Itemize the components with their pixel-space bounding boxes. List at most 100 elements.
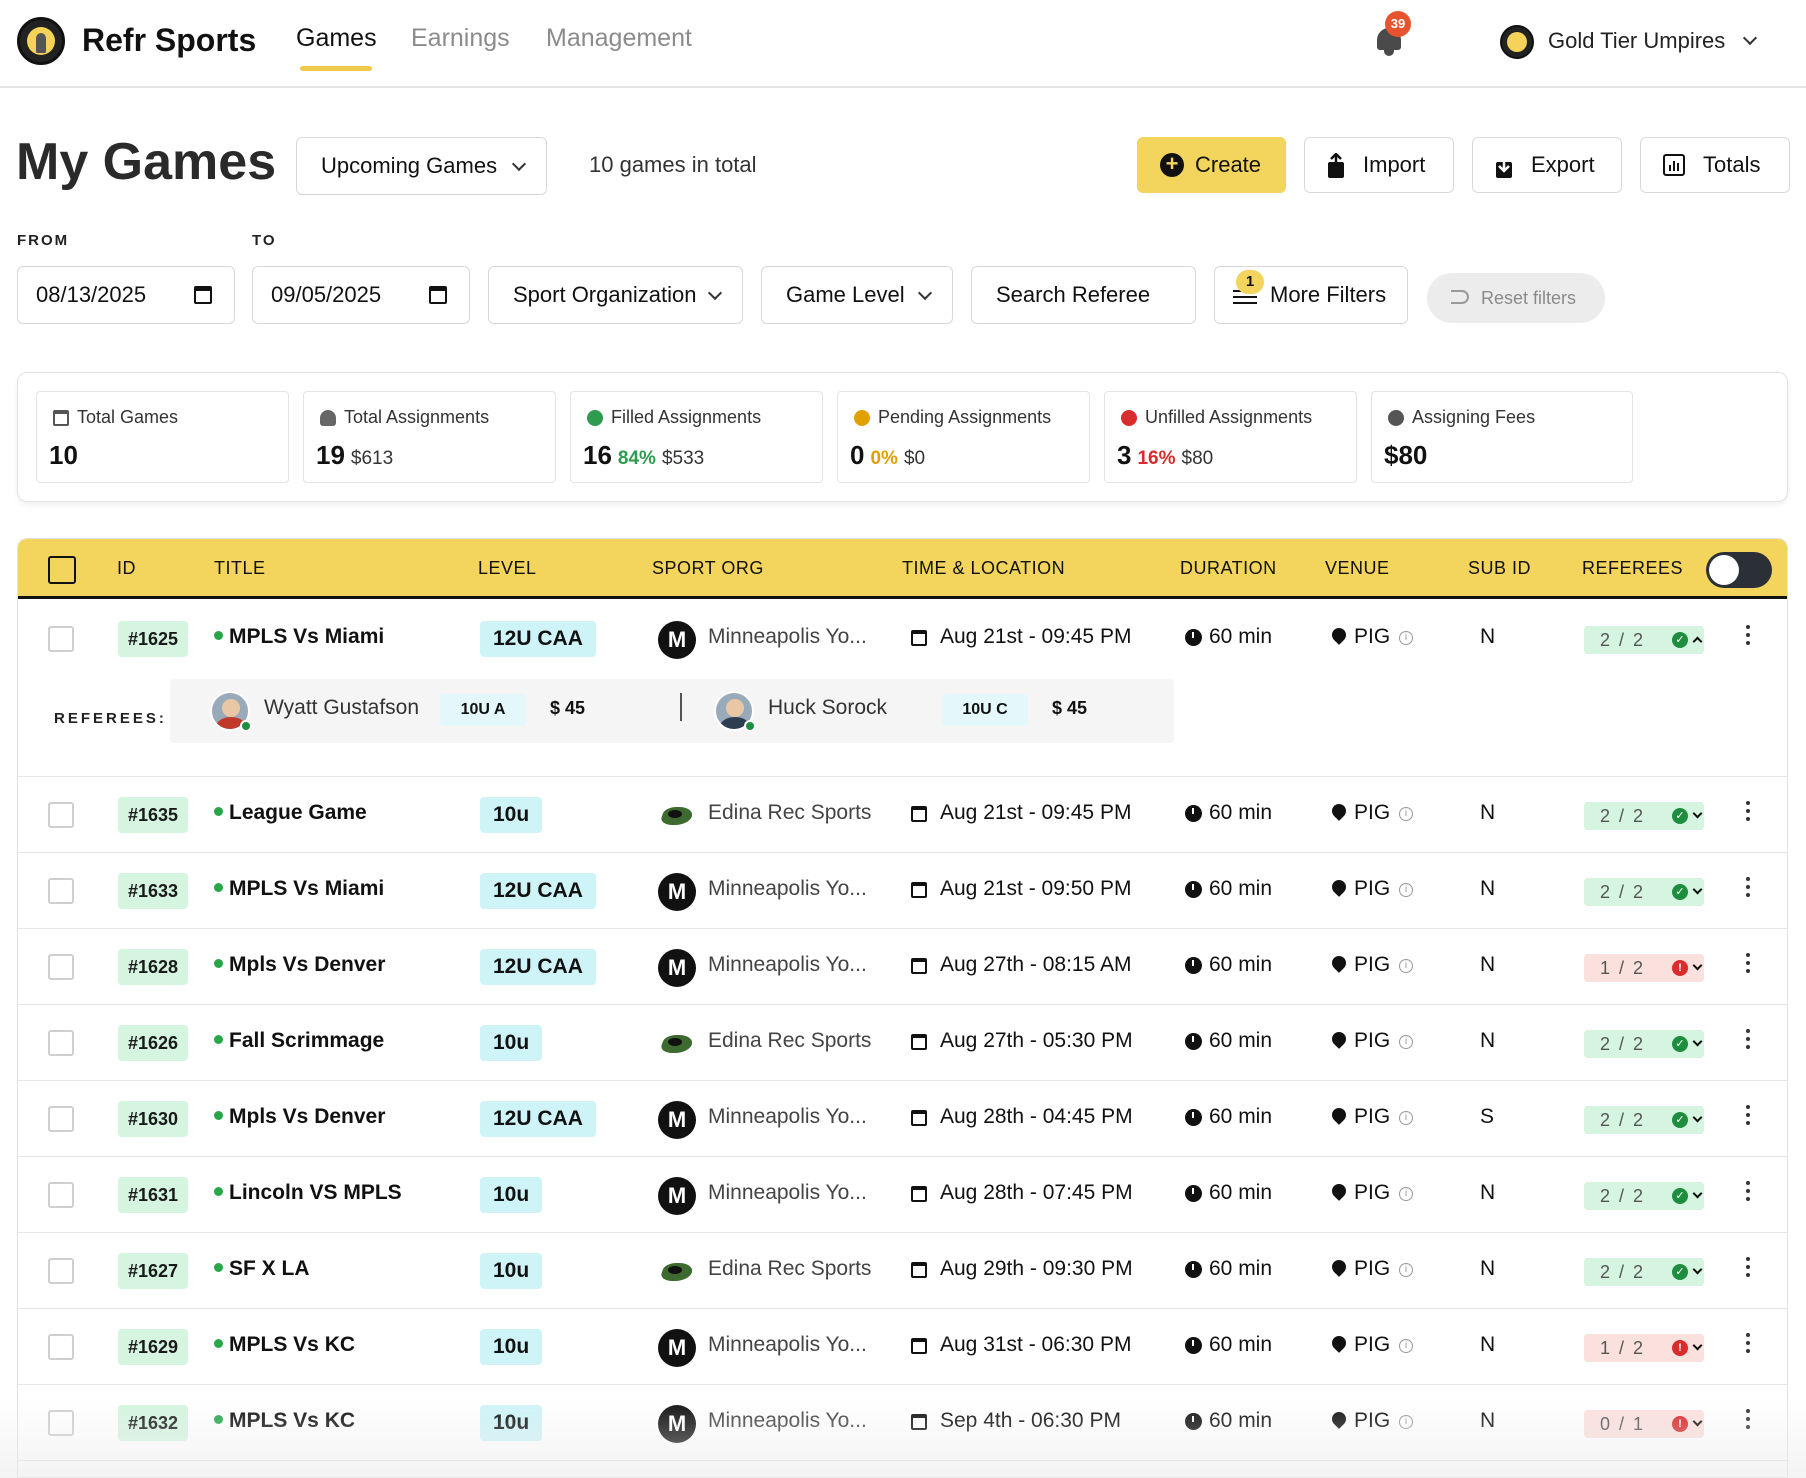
info-icon[interactable]: i	[1399, 1263, 1413, 1277]
row-checkbox[interactable]	[48, 1106, 74, 1132]
more-options-icon[interactable]	[1746, 1333, 1750, 1355]
table-row[interactable]: #1628 Mpls Vs Denver 12U CAA Minneapolis Yo…	[18, 929, 1787, 1005]
table-row[interactable]: #1631 Lincoln VS MPLS 10u Minneapolis Yo...…	[18, 1157, 1787, 1233]
game-duration: 60 min	[1209, 1105, 1273, 1128]
expand-all-toggle[interactable]	[1706, 552, 1772, 588]
more-options-icon[interactable]	[1746, 1181, 1750, 1203]
game-id-badge[interactable]: #1630	[118, 1101, 189, 1137]
row-checkbox[interactable]	[48, 1030, 74, 1056]
game-id-badge[interactable]: #1633	[118, 873, 189, 909]
select-all-checkbox[interactable]	[48, 556, 76, 584]
chevron-down-icon[interactable]	[1742, 30, 1758, 46]
row-checkbox[interactable]	[48, 1182, 74, 1208]
column-header-level[interactable]: LEVEL	[478, 558, 537, 579]
game-title[interactable]: Mpls Vs Denver	[214, 1105, 385, 1129]
import-button[interactable]: Import	[1304, 137, 1454, 193]
more-options-icon[interactable]	[1746, 801, 1750, 823]
user-menu-label[interactable]: Gold Tier Umpires	[1548, 28, 1725, 54]
game-title[interactable]: League Game	[214, 801, 367, 825]
game-id-badge[interactable]: #1626	[118, 1025, 189, 1061]
column-header-referees[interactable]: REFEREES	[1582, 558, 1683, 579]
stat-value-group: 3 16% $80	[1117, 440, 1213, 471]
more-options-icon[interactable]	[1746, 877, 1750, 899]
row-checkbox[interactable]	[48, 802, 74, 828]
row-checkbox[interactable]	[48, 1410, 74, 1436]
game-id-badge[interactable]: #1631	[118, 1177, 189, 1213]
game-id-badge[interactable]: #1628	[118, 949, 189, 985]
more-options-icon[interactable]	[1746, 953, 1750, 975]
info-icon[interactable]: i	[1399, 1187, 1413, 1201]
column-header-venue[interactable]: VENUE	[1325, 558, 1390, 579]
table-row[interactable]: #1627 SF X LA 10u Edina Rec Sports Aug 29th …	[18, 1233, 1787, 1309]
plus-circle-icon: +	[1160, 153, 1184, 177]
game-id-badge[interactable]: #1629	[118, 1329, 189, 1365]
tab-earnings[interactable]: Earnings	[411, 24, 510, 53]
column-header-title[interactable]: TITLE	[214, 558, 266, 579]
table-row[interactable]: #1635 League Game 10u Edina Rec Sports Aug 2…	[18, 777, 1787, 853]
info-icon[interactable]: i	[1399, 959, 1413, 973]
game-id-badge[interactable]: #1635	[118, 797, 189, 833]
row-checkbox[interactable]	[48, 1258, 74, 1284]
more-options-icon[interactable]	[1746, 1409, 1750, 1431]
table-row[interactable]: #1629 MPLS Vs KC 10u Minneapolis Yo... Aug 3…	[18, 1309, 1787, 1385]
column-header-duration[interactable]: DURATION	[1180, 558, 1277, 579]
row-checkbox[interactable]	[48, 626, 74, 652]
info-icon[interactable]: i	[1399, 807, 1413, 821]
column-header-sport-org[interactable]: SPORT ORG	[652, 558, 764, 579]
game-id-badge[interactable]: #1625	[118, 621, 189, 657]
game-title[interactable]: MPLS Vs KC	[214, 1409, 355, 1433]
refr-logo-icon[interactable]	[17, 17, 65, 65]
more-options-icon[interactable]	[1746, 1105, 1750, 1127]
search-referee-input[interactable]: Search Referee	[971, 266, 1196, 324]
game-title[interactable]: Fall Scrimmage	[214, 1029, 384, 1053]
create-button[interactable]: + Create	[1137, 137, 1286, 193]
tab-management[interactable]: Management	[546, 24, 692, 53]
game-level-select[interactable]: Game Level	[761, 266, 953, 324]
table-row[interactable]: #1633 MPLS Vs Miami 12U CAA Minneapolis Yo.…	[18, 853, 1787, 929]
tab-games[interactable]: Games	[296, 24, 377, 53]
calendar-icon[interactable]	[194, 286, 212, 304]
row-checkbox[interactable]	[48, 878, 74, 904]
column-header-time-location[interactable]: TIME & LOCATION	[902, 558, 1065, 579]
game-title[interactable]: MPLS Vs Miami	[214, 625, 384, 649]
game-time: Aug 31st - 06:30 PM	[940, 1333, 1132, 1356]
info-icon[interactable]: i	[1399, 1111, 1413, 1125]
from-date-input[interactable]: 08/13/2025	[17, 266, 235, 324]
info-icon[interactable]: i	[1399, 1339, 1413, 1353]
column-header-id[interactable]: ID	[117, 558, 136, 579]
game-title[interactable]: MPLS Vs Miami	[214, 877, 384, 901]
info-icon[interactable]: i	[1399, 1035, 1413, 1049]
more-options-icon[interactable]	[1746, 1257, 1750, 1279]
calendar-icon[interactable]	[429, 286, 447, 304]
totals-button[interactable]: Totals	[1640, 137, 1790, 193]
sport-org-name: Minneapolis Yo...	[708, 1409, 867, 1432]
row-checkbox[interactable]	[48, 954, 74, 980]
referee-name[interactable]: Wyatt Gustafson	[264, 696, 419, 720]
stat-tile: Total Assignments 19 $613	[303, 391, 556, 483]
game-title[interactable]: Mpls Vs Denver	[214, 953, 385, 977]
sport-organization-select[interactable]: Sport Organization	[488, 266, 743, 324]
to-date-input[interactable]: 09/05/2025	[252, 266, 470, 324]
info-icon[interactable]: i	[1399, 1415, 1413, 1429]
game-title[interactable]: MPLS Vs KC	[214, 1333, 355, 1357]
game-id-badge[interactable]: #1632	[118, 1405, 189, 1441]
reset-filters-button[interactable]: Reset filters	[1427, 273, 1605, 323]
export-button[interactable]: Export	[1472, 137, 1622, 193]
game-title[interactable]: SF X LA	[214, 1257, 310, 1281]
game-id-badge[interactable]: #1627	[118, 1253, 189, 1289]
table-row[interactable]: #1626 Fall Scrimmage 10u Edina Rec Sports Au…	[18, 1005, 1787, 1081]
info-icon[interactable]: i	[1399, 631, 1413, 645]
info-icon[interactable]: i	[1399, 883, 1413, 897]
view-select[interactable]: Upcoming Games	[296, 137, 547, 195]
table-row[interactable]: #1625 MPLS Vs Miami 12U CAA Minneapolis Yo.…	[18, 601, 1787, 677]
column-header-sub-id[interactable]: SUB ID	[1468, 558, 1531, 579]
org-avatar[interactable]	[1500, 25, 1534, 59]
game-title[interactable]: Lincoln VS MPLS	[214, 1181, 402, 1205]
brand-name[interactable]: Refr Sports	[82, 22, 256, 59]
more-options-icon[interactable]	[1746, 625, 1750, 647]
row-checkbox[interactable]	[48, 1334, 74, 1360]
table-row[interactable]: #1632 MPLS Vs KC 10u Minneapolis Yo... Sep 4…	[18, 1385, 1787, 1461]
table-row[interactable]: #1630 Mpls Vs Denver 12U CAA Minneapolis Yo…	[18, 1081, 1787, 1157]
more-options-icon[interactable]	[1746, 1029, 1750, 1051]
referee-name[interactable]: Huck Sorock	[768, 696, 887, 720]
